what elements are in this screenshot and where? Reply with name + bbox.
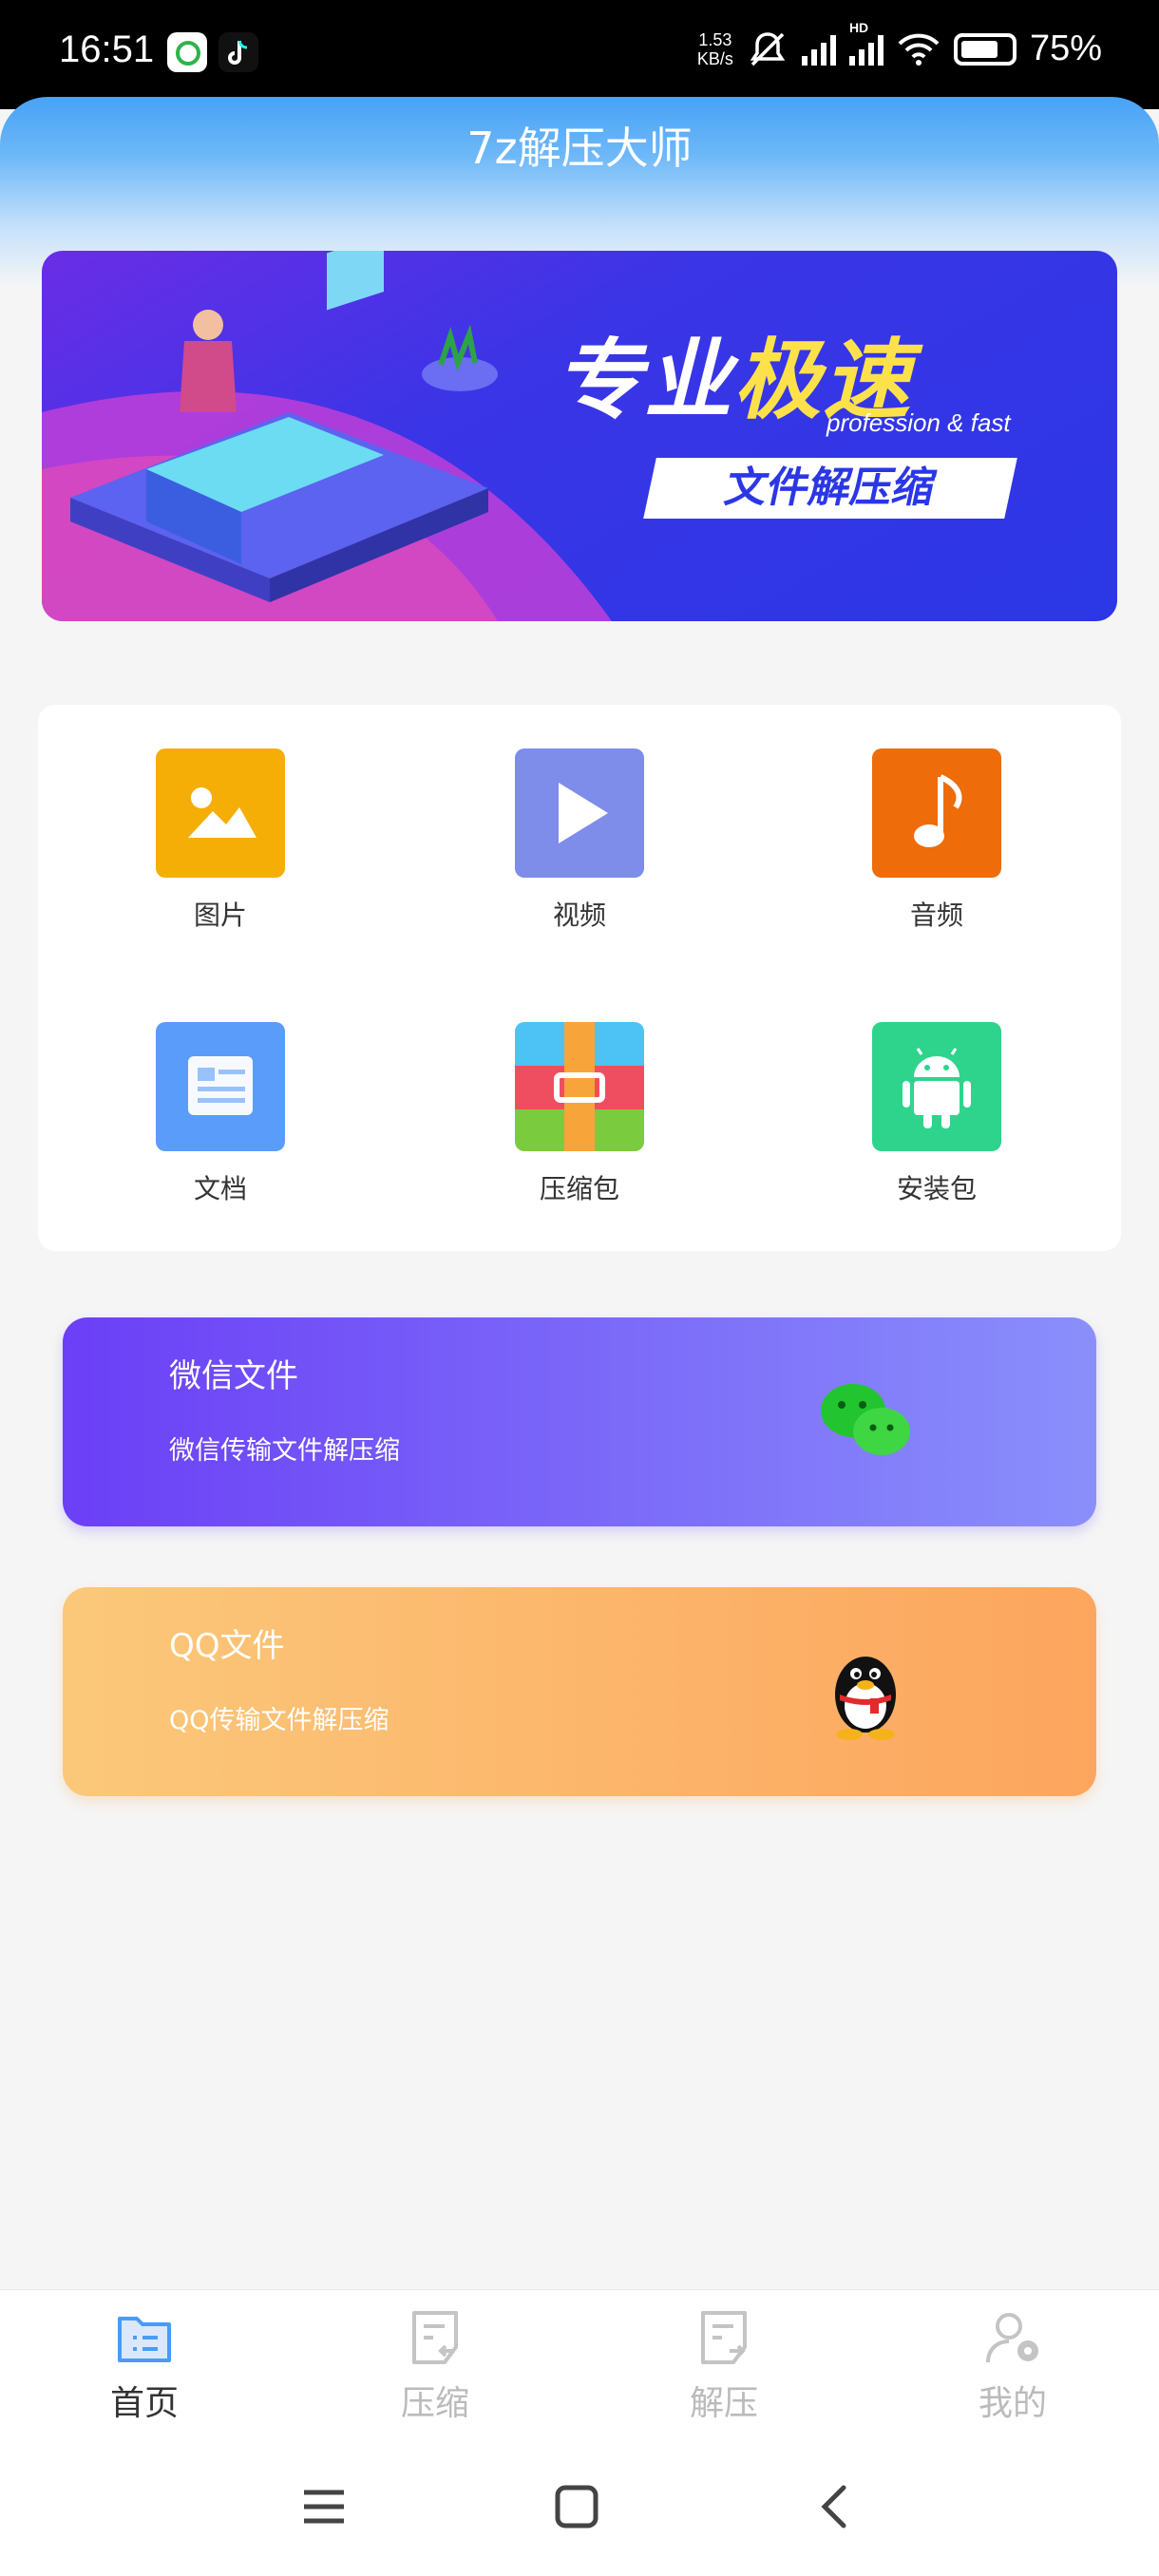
nav-compress[interactable]: 压缩 bbox=[340, 2309, 530, 2425]
promo-banner[interactable]: 专业极速 profession & fast 文件解压缩 bbox=[42, 251, 1117, 621]
category-images[interactable]: 图片 bbox=[125, 748, 315, 933]
category-videos[interactable]: 视频 bbox=[484, 748, 674, 933]
wifi-icon bbox=[898, 33, 940, 66]
qq-card-subtitle: QQ传输文件解压缩 bbox=[169, 1706, 390, 1735]
status-time: 16:51 bbox=[59, 28, 155, 70]
signal-hd-icon: HD bbox=[848, 20, 884, 66]
back-icon[interactable] bbox=[813, 2485, 857, 2529]
wechat-files-card[interactable]: 微信文件 微信传输文件解压缩 bbox=[63, 1317, 1096, 1526]
qq-files-card[interactable]: QQ文件 QQ传输文件解压缩 bbox=[63, 1587, 1096, 1796]
video-icon bbox=[515, 748, 644, 878]
archive-icon bbox=[515, 1022, 644, 1151]
tiktok-notification-icon bbox=[218, 32, 258, 72]
extract-icon bbox=[701, 2311, 747, 2364]
compress-icon bbox=[412, 2311, 458, 2364]
banner-tagline: profession & fast bbox=[826, 408, 1011, 437]
page-title: 7z解压大师 bbox=[466, 123, 693, 174]
status-bar: 16:51 1.53 KB/s HD 75% bbox=[0, 0, 1159, 109]
image-icon bbox=[156, 748, 285, 878]
bottom-navigation: 首页 压缩 解压 我的 bbox=[0, 2289, 1159, 2451]
user-settings-icon bbox=[986, 2313, 1038, 2363]
nav-profile[interactable]: 我的 bbox=[918, 2309, 1108, 2425]
system-navigation-bar bbox=[0, 2451, 1159, 2576]
nav-extract[interactable]: 解压 bbox=[629, 2309, 819, 2425]
category-documents[interactable]: 文档 bbox=[125, 1022, 315, 1206]
qq-card-title: QQ文件 bbox=[169, 1627, 285, 1665]
battery-percent: 75% bbox=[1029, 28, 1102, 68]
app-notification-icon bbox=[167, 32, 207, 72]
battery-icon bbox=[953, 32, 1016, 66]
category-archives[interactable]: 压缩包 bbox=[484, 1022, 674, 1206]
menu-icon[interactable] bbox=[302, 2485, 346, 2529]
signal-strength-icon bbox=[801, 33, 836, 66]
home-square-icon[interactable] bbox=[555, 2485, 598, 2529]
category-audio[interactable]: 音频 bbox=[842, 748, 1032, 933]
wechat-icon bbox=[821, 1384, 910, 1455]
wechat-card-subtitle: 微信传输文件解压缩 bbox=[169, 1436, 400, 1466]
network-speed: 1.53 KB/s bbox=[696, 29, 733, 68]
category-grid: 图片 视频 音频 文档 压缩包 安装包 bbox=[38, 705, 1121, 1251]
qq-penguin-icon bbox=[835, 1657, 896, 1740]
android-icon bbox=[872, 1022, 1001, 1151]
document-icon bbox=[156, 1022, 285, 1151]
category-installers[interactable]: 安装包 bbox=[842, 1022, 1032, 1206]
wechat-card-title: 微信文件 bbox=[169, 1357, 298, 1395]
nav-home[interactable]: 首页 bbox=[49, 2309, 239, 2425]
banner-subtitle: 文件解压缩 bbox=[643, 458, 1017, 519]
mute-bell-icon bbox=[750, 31, 786, 66]
music-icon bbox=[872, 748, 1001, 878]
home-folder-icon bbox=[118, 2317, 171, 2362]
